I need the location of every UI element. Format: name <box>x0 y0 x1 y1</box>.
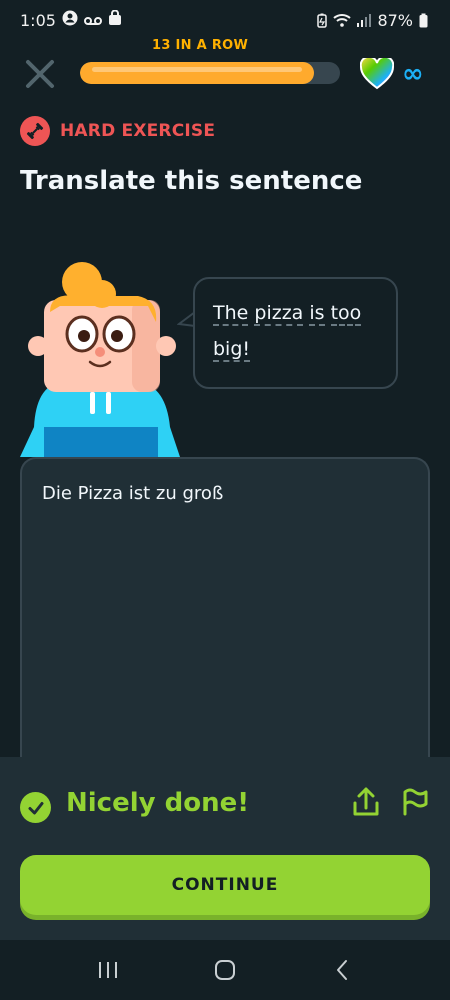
feedback-message: Nicely done! <box>66 788 250 818</box>
prompt-word[interactable]: too <box>330 302 362 326</box>
home-button[interactable] <box>205 955 245 985</box>
answer-text: Die Pizza ist zu groß <box>42 483 224 504</box>
flag-icon <box>403 788 428 816</box>
streak-label: 13 IN A ROW <box>152 38 249 53</box>
heart-icon <box>359 55 395 90</box>
prompt-word[interactable]: The <box>213 302 249 326</box>
prompt-sentence: The pizza is too big! <box>213 295 378 367</box>
status-bar: 1:05 87% <box>0 0 450 40</box>
lesson-progress-bar <box>80 62 340 84</box>
hard-exercise-label: HARD EXERCISE <box>20 116 215 146</box>
answer-textarea[interactable]: Die Pizza ist zu groß <box>20 457 430 767</box>
system-nav-bar <box>0 940 450 1000</box>
close-button[interactable] <box>22 56 58 92</box>
share-button[interactable] <box>352 786 380 818</box>
character-illustration <box>20 262 180 457</box>
recent-apps-icon <box>99 962 118 978</box>
battery-icon <box>419 13 428 28</box>
back-button[interactable] <box>322 955 362 985</box>
back-icon <box>336 960 347 980</box>
page-title: Translate this sentence <box>20 166 363 196</box>
hard-exercise-text: HARD EXERCISE <box>60 121 216 141</box>
prompt-word[interactable]: big! <box>213 338 251 362</box>
report-button[interactable] <box>400 786 430 816</box>
dumbbell-icon <box>20 116 50 146</box>
close-icon <box>26 60 54 88</box>
lesson-progress-fill <box>80 62 314 84</box>
prompt-word[interactable]: pizza <box>254 302 304 326</box>
battery-saver-icon <box>317 13 328 28</box>
continue-button[interactable]: CONTINUE <box>20 855 430 915</box>
wifi-icon <box>333 13 352 27</box>
home-icon <box>214 960 235 980</box>
checkmark-icon <box>20 792 51 823</box>
voicemail-icon <box>83 11 102 30</box>
status-time: 1:05 <box>20 10 56 30</box>
signal-icon <box>357 13 372 27</box>
hearts-button[interactable] <box>359 55 395 90</box>
profile-icon <box>62 10 78 30</box>
bag-icon <box>108 9 122 30</box>
share-icon <box>353 787 379 816</box>
battery-percent: 87% <box>377 10 413 30</box>
infinite-hearts-count: ∞ <box>402 59 424 89</box>
recent-apps-button[interactable] <box>88 955 128 985</box>
speech-bubble: The pizza is too big! <box>193 277 398 389</box>
prompt-word[interactable]: is <box>309 302 325 326</box>
